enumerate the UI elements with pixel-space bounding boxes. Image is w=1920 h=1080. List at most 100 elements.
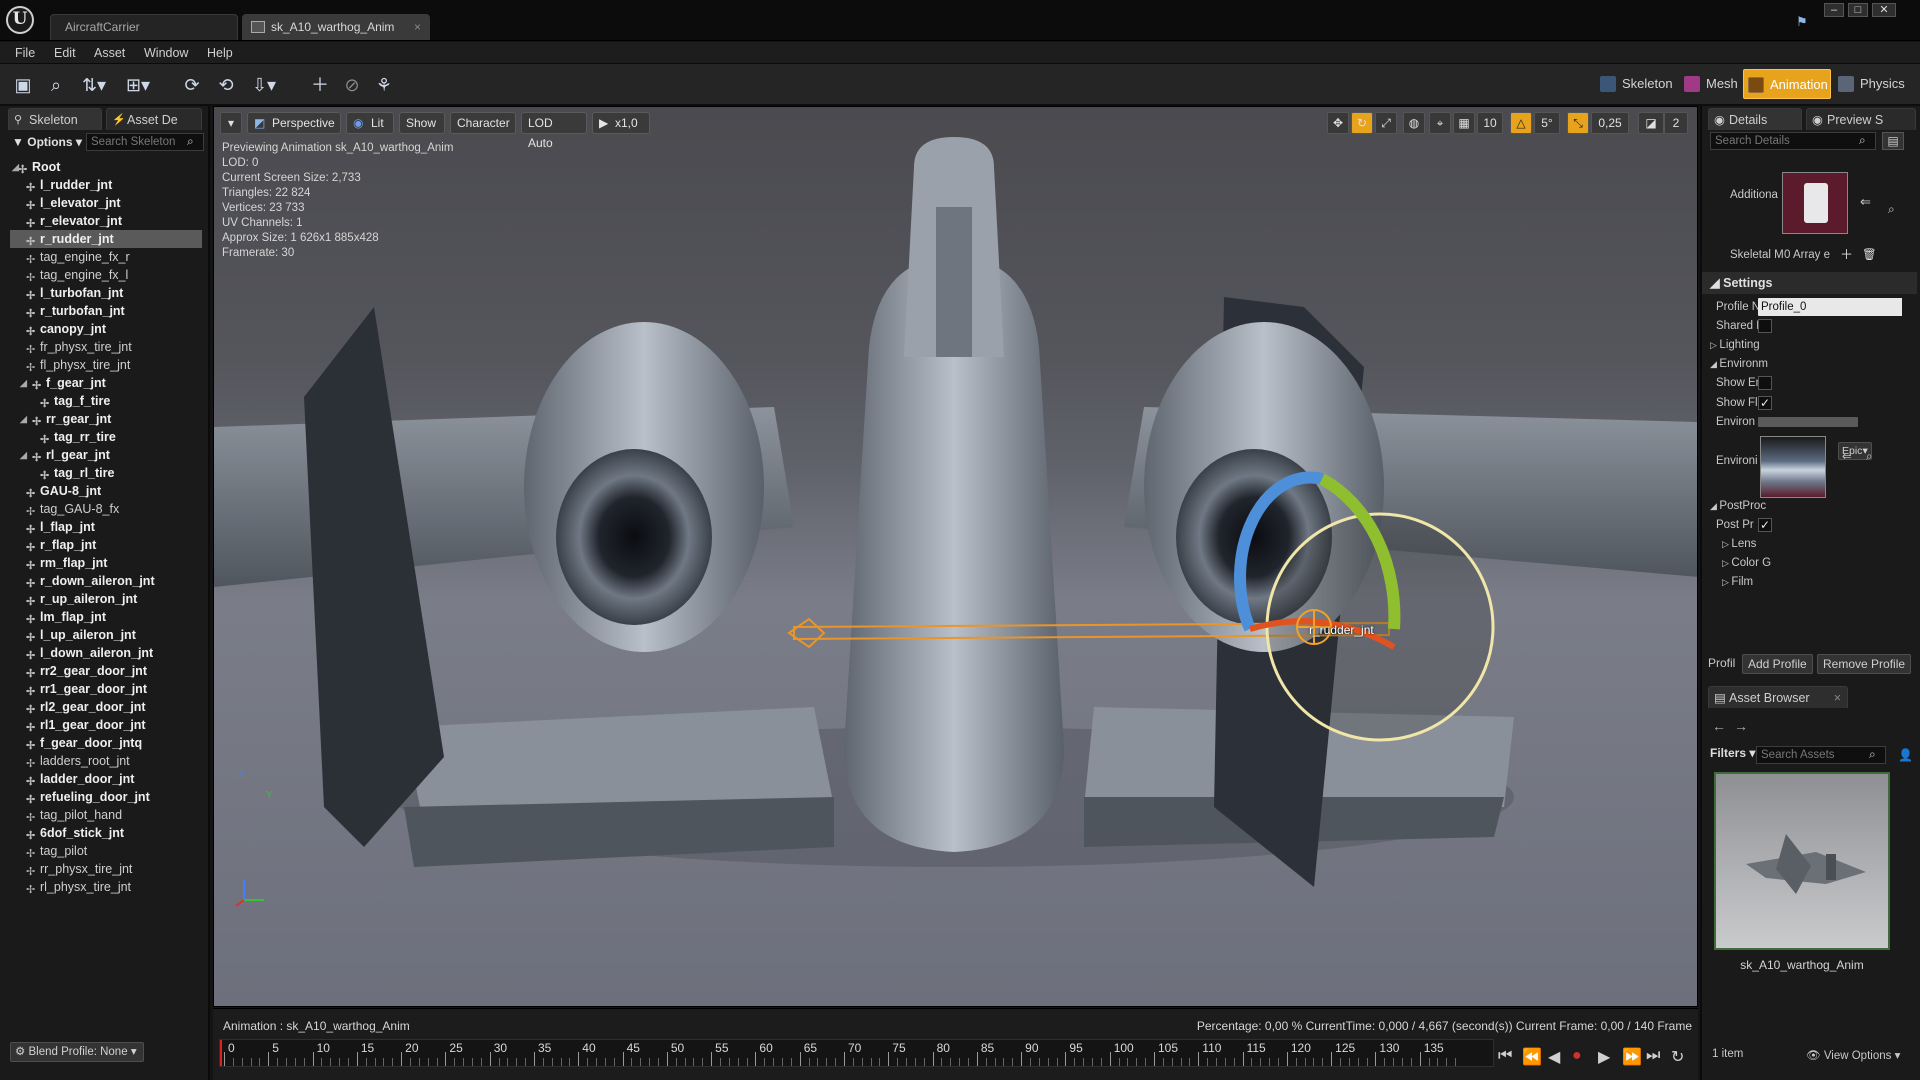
world-local-icon[interactable]: ◍ — [1403, 112, 1425, 134]
minimize-button[interactable]: – — [1824, 3, 1844, 17]
asset-thumbnail[interactable] — [1714, 772, 1890, 950]
scale-snap-icon[interactable]: ⤡ — [1567, 112, 1589, 134]
tree-row[interactable]: ✢ rr2_gear_door_jnt — [10, 662, 202, 680]
tab-skeleton[interactable]: ⚲ Skeleton — [8, 108, 102, 130]
previous-frame-button[interactable]: ⏪ — [1522, 1047, 1542, 1067]
export-icon[interactable]: ⇩▾ — [246, 71, 282, 99]
first-frame-button[interactable]: ⏮ — [1498, 1047, 1512, 1065]
use-selected-icon[interactable]: ⇐ — [1860, 194, 1871, 210]
character-button[interactable]: Character — [450, 112, 516, 134]
close-window-button[interactable]: ✕ — [1872, 3, 1896, 17]
tree-row[interactable]: ✢ tag_rr_tire — [10, 428, 202, 446]
tab-asset-details[interactable]: ⚡ Asset De — [106, 108, 202, 130]
surface-snap-icon[interactable]: ⌖ — [1429, 112, 1451, 134]
timeline-scrubber[interactable]: 0 5 10 15 20 25 30 35 40 45 50 55 60 65 70 75 80 85 90 95 10… — [219, 1039, 1494, 1067]
checkbox-unchecked[interactable] — [1758, 376, 1772, 390]
mesh-thumbnail[interactable] — [1782, 172, 1848, 234]
user-icon[interactable]: 👤 — [1898, 748, 1913, 762]
find-in-browser-icon[interactable]: ⌕ — [42, 71, 70, 99]
tree-row[interactable]: ✢ fr_physx_tire_jnt — [10, 338, 202, 356]
expand-arrow-icon[interactable]: ◢ — [20, 410, 27, 428]
remove-profile-button[interactable]: Remove Profile — [1817, 654, 1912, 674]
rotate-icon[interactable]: ↻ — [1351, 112, 1373, 134]
tree-row[interactable]: ✢ tag_engine_fx_r — [10, 248, 202, 266]
translate-icon[interactable]: ✥ — [1327, 112, 1349, 134]
skeleton-search-input[interactable]: Search Skeleton ⌕ — [86, 133, 204, 151]
tree-row[interactable]: ◢ ✢ Root — [10, 158, 202, 176]
filters-dropdown[interactable]: Filters ▾ — [1710, 746, 1755, 760]
notification-icon[interactable]: ⚑ — [1796, 14, 1814, 29]
menu-help[interactable]: Help — [207, 42, 233, 64]
expand-arrow-icon[interactable]: ◢ — [20, 374, 27, 392]
tab-preview-scene[interactable]: ◉ Preview S — [1806, 108, 1916, 130]
tree-row[interactable]: ◢ ✢ rr_gear_jnt — [10, 410, 202, 428]
create-asset-icon[interactable]: ⊞▾ — [120, 71, 156, 99]
tree-row[interactable]: ✢ GAU-8_jnt — [10, 482, 202, 500]
reimport-icon[interactable]: ⇅▾ — [76, 71, 112, 99]
tree-row[interactable]: ✢ lm_flap_jnt — [10, 608, 202, 626]
checkbox-checked[interactable]: ✓ — [1758, 396, 1772, 410]
playback-speed-button[interactable]: ▶ x1,0 — [592, 112, 650, 134]
tree-row-selected[interactable]: ✢ r_rudder_jnt — [10, 230, 202, 248]
tree-row[interactable]: ✢ ladder_door_jnt — [10, 770, 202, 788]
grid-snap-icon[interactable]: ▦ — [1453, 112, 1475, 134]
tab-details[interactable]: ◉ Details — [1708, 108, 1802, 130]
tree-row[interactable]: ✢ r_flap_jnt — [10, 536, 202, 554]
tree-row[interactable]: ✢ rl_physx_tire_jnt — [10, 878, 202, 896]
browse-icon[interactable]: ⌕ — [1866, 448, 1872, 466]
tree-row[interactable]: ✢ r_elevator_jnt — [10, 212, 202, 230]
grid-snap-value[interactable]: 10 — [1477, 112, 1503, 134]
rotation-snap-value[interactable]: 5° — [1534, 112, 1560, 134]
tree-row[interactable]: ✢ l_rudder_jnt — [10, 176, 202, 194]
tree-row[interactable]: ✢ r_down_aileron_jnt — [10, 572, 202, 590]
play-forward-button[interactable]: ▶ — [1598, 1047, 1610, 1067]
tree-row[interactable]: ◢ ✢ rl_gear_jnt — [10, 446, 202, 464]
mode-skeleton-button[interactable]: Skeleton — [1596, 69, 1676, 99]
back-arrow-icon[interactable]: ← — [1712, 718, 1726, 734]
mode-animation-button[interactable]: Animation — [1743, 69, 1831, 99]
perspective-button[interactable]: ◩ Perspective — [247, 112, 341, 134]
show-button[interactable]: Show — [399, 112, 445, 134]
tree-row[interactable]: ✢ rl2_gear_door_jnt — [10, 698, 202, 716]
tree-row[interactable]: ✢ 6dof_stick_jnt — [10, 824, 202, 842]
cancel-icon[interactable]: ⊘ — [338, 71, 366, 99]
tree-row[interactable]: ✢ tag_f_tire — [10, 392, 202, 410]
last-frame-button[interactable]: ⏭ — [1646, 1047, 1660, 1065]
trash-icon[interactable]: 🗑 — [1862, 244, 1877, 266]
tree-row[interactable]: ✢ l_up_aileron_jnt — [10, 626, 202, 644]
browse-icon[interactable]: ⌕ — [1888, 202, 1895, 217]
mode-physics-button[interactable]: Physics — [1834, 69, 1918, 99]
tree-row[interactable]: ✢ tag_rl_tire — [10, 464, 202, 482]
lit-button[interactable]: ◉ Lit — [346, 112, 394, 134]
menu-asset[interactable]: Asset — [94, 42, 125, 64]
view-options-button[interactable]: 👁 View Options ▾ — [1806, 1048, 1900, 1062]
add-icon[interactable]: ＋ — [306, 71, 334, 99]
settings-row[interactable]: ▷ Film — [1702, 571, 1902, 593]
asset-name[interactable]: sk_A10_warthog_Anim — [1702, 958, 1902, 972]
tree-row[interactable]: ◢ ✢ f_gear_jnt — [10, 374, 202, 392]
camera-speed-value[interactable]: 2 — [1664, 112, 1688, 134]
scale-snap-value[interactable]: 0,25 — [1591, 112, 1629, 134]
next-frame-button[interactable]: ⏩ — [1622, 1047, 1642, 1067]
tree-row[interactable]: ✢ tag_GAU-8_fx — [10, 500, 202, 518]
add-profile-button[interactable]: Add Profile — [1742, 654, 1813, 674]
save-icon[interactable]: ▣ — [9, 71, 37, 99]
use-selected-icon[interactable]: ⇐ — [1842, 448, 1852, 466]
record-button[interactable]: ● — [1572, 1047, 1582, 1065]
tree-row[interactable]: ✢ rr_physx_tire_jnt — [10, 860, 202, 878]
tree-row[interactable]: ✢ l_elevator_jnt — [10, 194, 202, 212]
tree-row[interactable]: ✢ rr1_gear_door_jnt — [10, 680, 202, 698]
checkbox-unchecked[interactable] — [1758, 319, 1772, 333]
playhead[interactable] — [220, 1040, 222, 1066]
loop-button[interactable]: ↻ — [1671, 1047, 1684, 1067]
tree-row[interactable]: ✢ rl1_gear_door_jnt — [10, 716, 202, 734]
tree-row[interactable]: ✢ rm_flap_jnt — [10, 554, 202, 572]
options-dropdown[interactable]: ▼ Options ▾ — [12, 133, 82, 151]
refresh-icon[interactable]: ⟲ — [212, 71, 240, 99]
tree-row[interactable]: ✢ r_up_aileron_jnt — [10, 590, 202, 608]
add-element-icon[interactable]: ＋ — [1840, 244, 1853, 266]
play-reverse-button[interactable]: ◀ — [1548, 1047, 1560, 1067]
blend-profile-dropdown[interactable]: ⚙ Blend Profile: None ▾ — [10, 1042, 144, 1062]
rotation-snap-icon[interactable]: △ — [1510, 112, 1532, 134]
mode-mesh-button[interactable]: Mesh — [1680, 69, 1746, 99]
